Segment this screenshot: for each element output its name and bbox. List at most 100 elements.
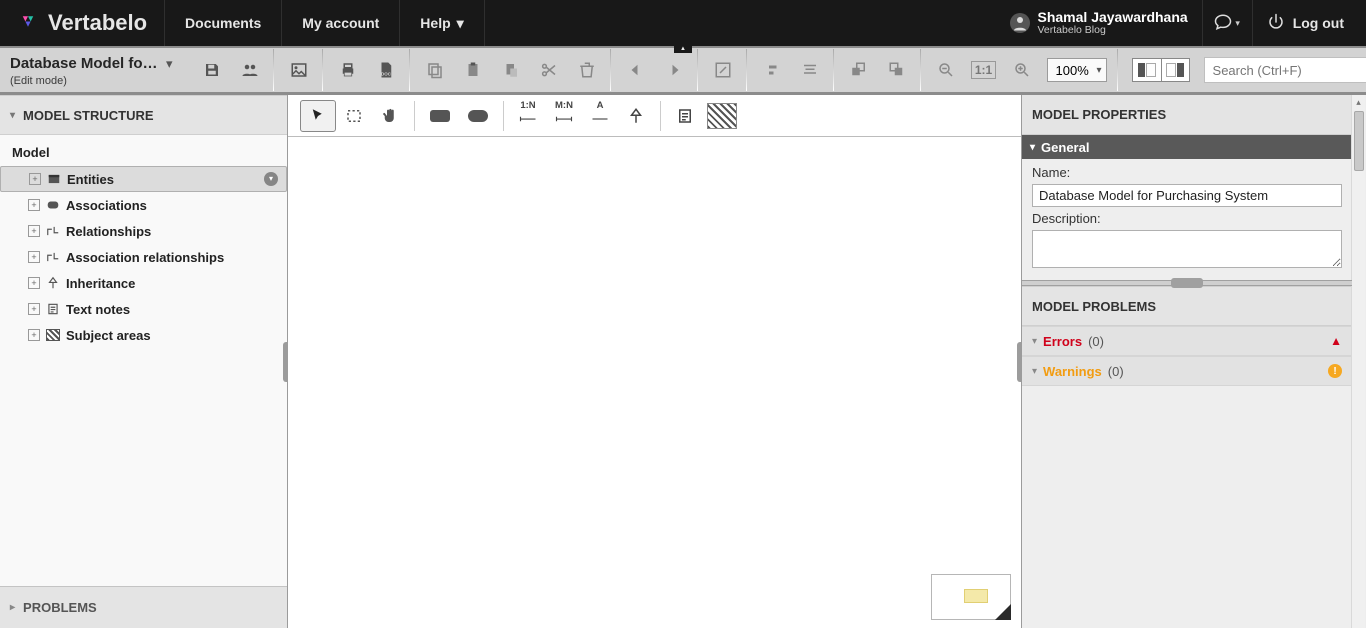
send-back-button[interactable] (882, 55, 912, 85)
tree-item-label: Inheritance (66, 276, 135, 291)
tree-assoc-relationships[interactable]: + Association relationships (0, 244, 287, 270)
zoom-dropdown[interactable]: 100% ▾ (1047, 58, 1107, 82)
toggle-right-panel[interactable] (1161, 59, 1189, 81)
model-properties-title: MODEL PROPERTIES (1032, 107, 1166, 122)
share-button[interactable] (235, 55, 265, 85)
left-panel-header[interactable]: ▾ MODEL STRUCTURE (0, 95, 287, 135)
scroll-up-icon[interactable]: ▴ (1356, 95, 1361, 109)
logout-button[interactable]: Log out (1252, 0, 1366, 46)
tree-item-label: Associations (66, 198, 147, 213)
general-section-header[interactable]: ▾ General (1022, 135, 1352, 159)
expander-icon[interactable]: + (28, 329, 40, 341)
tree-associations[interactable]: + Associations (0, 192, 287, 218)
paste-button[interactable] (458, 55, 488, 85)
tree-root[interactable]: Model (0, 143, 287, 166)
edit-toggle-button[interactable] (708, 55, 738, 85)
add-1n-rel-tool[interactable]: 1:N (510, 100, 546, 132)
expander-icon[interactable]: + (28, 225, 40, 237)
zoom-in-button[interactable] (1007, 55, 1037, 85)
document-title-block[interactable]: Database Model for … ▾ (Edit mode) (0, 51, 183, 89)
image-export-button[interactable] (284, 55, 314, 85)
tree-inheritance[interactable]: + Inheritance (0, 270, 287, 296)
assoc-rel-icon (46, 250, 60, 264)
cut-button[interactable] (534, 55, 564, 85)
warnings-row[interactable]: ▾ Warnings (0) (1022, 356, 1352, 386)
expander-icon[interactable]: + (28, 277, 40, 289)
warning-badge-icon (1328, 364, 1342, 378)
user-block[interactable]: Shamal Jayawardhana Vertabelo Blog (996, 0, 1202, 46)
expander-icon[interactable]: + (28, 303, 40, 315)
add-entity-tool[interactable] (421, 100, 459, 132)
tree-relationships[interactable]: + Relationships (0, 218, 287, 244)
add-assoc-rel-tool[interactable]: A (582, 100, 618, 132)
doc-export-button[interactable]: DOC (371, 55, 401, 85)
align-center-button[interactable] (795, 55, 825, 85)
tree-subject-areas[interactable]: + Subject areas (0, 322, 287, 348)
main-area: ▾ MODEL STRUCTURE Model + Entities + Ass… (0, 95, 1366, 628)
add-association-tool[interactable] (459, 100, 497, 132)
delete-button[interactable] (572, 55, 602, 85)
save-button[interactable] (197, 55, 227, 85)
brand[interactable]: Vertabelo (0, 0, 165, 46)
pointer-tool[interactable] (300, 100, 336, 132)
assoc-rel-icon: A (591, 101, 609, 131)
tree-entities[interactable]: + Entities (0, 166, 287, 192)
add-note-tool[interactable] (667, 100, 703, 132)
scroll-thumb[interactable] (1354, 111, 1364, 171)
copy-icon (426, 61, 444, 79)
search-input[interactable] (1204, 57, 1366, 83)
copy-button[interactable] (420, 55, 450, 85)
expander-icon[interactable]: + (29, 173, 41, 185)
panel-toggle (1132, 58, 1190, 82)
left-problems-header[interactable]: ▸ PROBLEMS (0, 586, 287, 628)
clipboard-icon (464, 61, 482, 79)
errors-count: (0) (1088, 334, 1104, 349)
canvas-toolbar: 1:N M:N A (288, 95, 1021, 137)
align-left-button[interactable] (757, 55, 787, 85)
add-inheritance-tool[interactable] (618, 100, 654, 132)
nav-help[interactable]: Help ▾ (399, 0, 484, 46)
errors-row[interactable]: ▾ Errors (0) ▲ (1022, 326, 1352, 356)
right-vertical-splitter[interactable] (1022, 280, 1352, 286)
collapse-icon[interactable] (264, 172, 278, 186)
model-description-input[interactable] (1032, 230, 1342, 268)
panel-right-icon (1177, 63, 1184, 77)
chevron-right-icon: ▸ (10, 602, 15, 613)
relationship-icon (46, 224, 60, 238)
diagram-canvas[interactable] (288, 137, 1021, 628)
tree-text-notes[interactable]: + Text notes (0, 296, 287, 322)
general-section-title: General (1041, 140, 1089, 155)
right-panel-scrollbar[interactable]: ▴ (1351, 95, 1365, 628)
undo-button[interactable] (621, 55, 651, 85)
print-icon (339, 61, 357, 79)
arrow-left-icon (627, 61, 645, 79)
nav-documents[interactable]: Documents (164, 0, 282, 46)
cursor-icon (309, 107, 327, 125)
model-problems-header[interactable]: MODEL PROBLEMS (1022, 286, 1352, 326)
add-mn-rel-tool[interactable]: M:N (546, 100, 582, 132)
tree-item-label: Association relationships (66, 250, 224, 265)
paste-special-button[interactable] (496, 55, 526, 85)
minimap[interactable] (931, 574, 1011, 620)
expander-icon[interactable]: + (28, 251, 40, 263)
toggle-left-panel[interactable] (1133, 59, 1161, 81)
zoom-out-button[interactable] (931, 55, 961, 85)
resize-corner-icon[interactable] (995, 604, 1011, 620)
pencil-box-icon (714, 61, 732, 79)
zoom-reset-button[interactable]: 1:1 (969, 55, 999, 85)
marquee-tool[interactable] (336, 100, 372, 132)
add-subject-area-tool[interactable] (707, 103, 737, 129)
redo-button[interactable] (659, 55, 689, 85)
pan-tool[interactable] (372, 100, 408, 132)
model-name-input[interactable] (1032, 184, 1342, 207)
expander-icon[interactable]: + (28, 199, 40, 211)
bring-front-button[interactable] (844, 55, 874, 85)
model-properties-header[interactable]: MODEL PROPERTIES (1022, 95, 1352, 135)
nav-my-account[interactable]: My account (281, 0, 400, 46)
error-badge-icon: ▲ (1330, 334, 1342, 348)
messages-button[interactable]: ▾ (1202, 0, 1252, 46)
warnings-label: Warnings (1043, 364, 1102, 379)
svg-text:DOC: DOC (381, 71, 392, 76)
collapse-header-tab[interactable] (674, 46, 692, 54)
print-button[interactable] (333, 55, 363, 85)
